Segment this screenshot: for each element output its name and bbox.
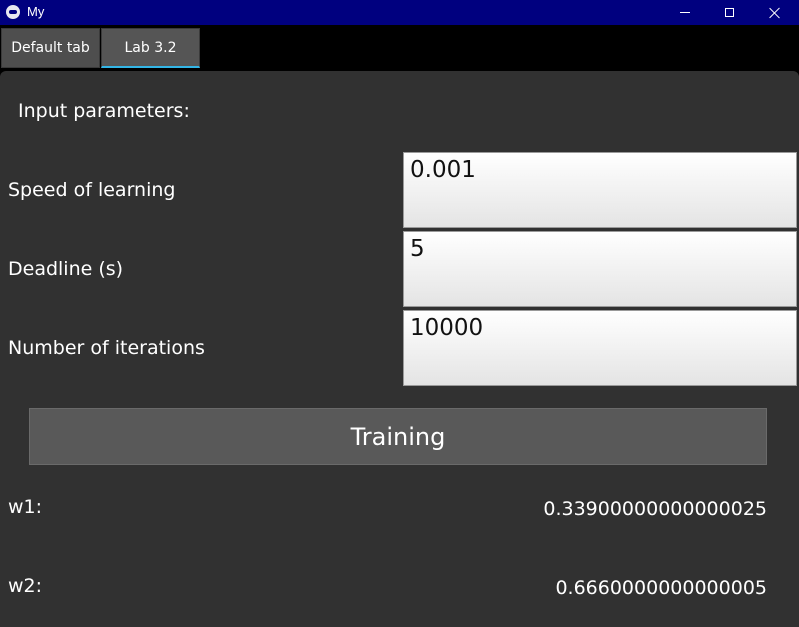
- speed-of-learning-label: Speed of learning: [8, 179, 176, 201]
- speed-of-learning-input[interactable]: 0.001: [403, 152, 797, 228]
- tab-bar: Default tab Lab 3.2: [0, 25, 799, 71]
- tab-default[interactable]: Default tab: [1, 28, 100, 68]
- window-title: My: [27, 4, 45, 19]
- maximize-button[interactable]: [707, 0, 752, 25]
- number-of-iterations-input[interactable]: 10000: [403, 310, 797, 386]
- minimize-button[interactable]: [662, 0, 707, 25]
- app-icon: [6, 5, 20, 19]
- deadline-input[interactable]: 5: [403, 231, 797, 307]
- close-button[interactable]: [752, 0, 797, 25]
- w2-label: w2:: [8, 575, 43, 597]
- training-button[interactable]: Training: [29, 408, 767, 465]
- w1-label: w1:: [8, 496, 43, 518]
- deadline-label: Deadline (s): [8, 258, 124, 280]
- title-bar[interactable]: My: [0, 0, 799, 25]
- minimize-icon: [679, 12, 690, 13]
- close-icon: [769, 7, 781, 19]
- w2-value: 0.6660000000000005: [555, 577, 767, 599]
- w1-value: 0.33900000000000025: [543, 498, 767, 520]
- number-of-iterations-label: Number of iterations: [8, 337, 205, 359]
- tab-lab-3-2[interactable]: Lab 3.2: [101, 28, 200, 68]
- maximize-icon: [725, 8, 734, 17]
- input-parameters-heading: Input parameters:: [18, 100, 190, 122]
- tab-content-panel: Input parameters: Speed of learning 0.00…: [0, 71, 799, 627]
